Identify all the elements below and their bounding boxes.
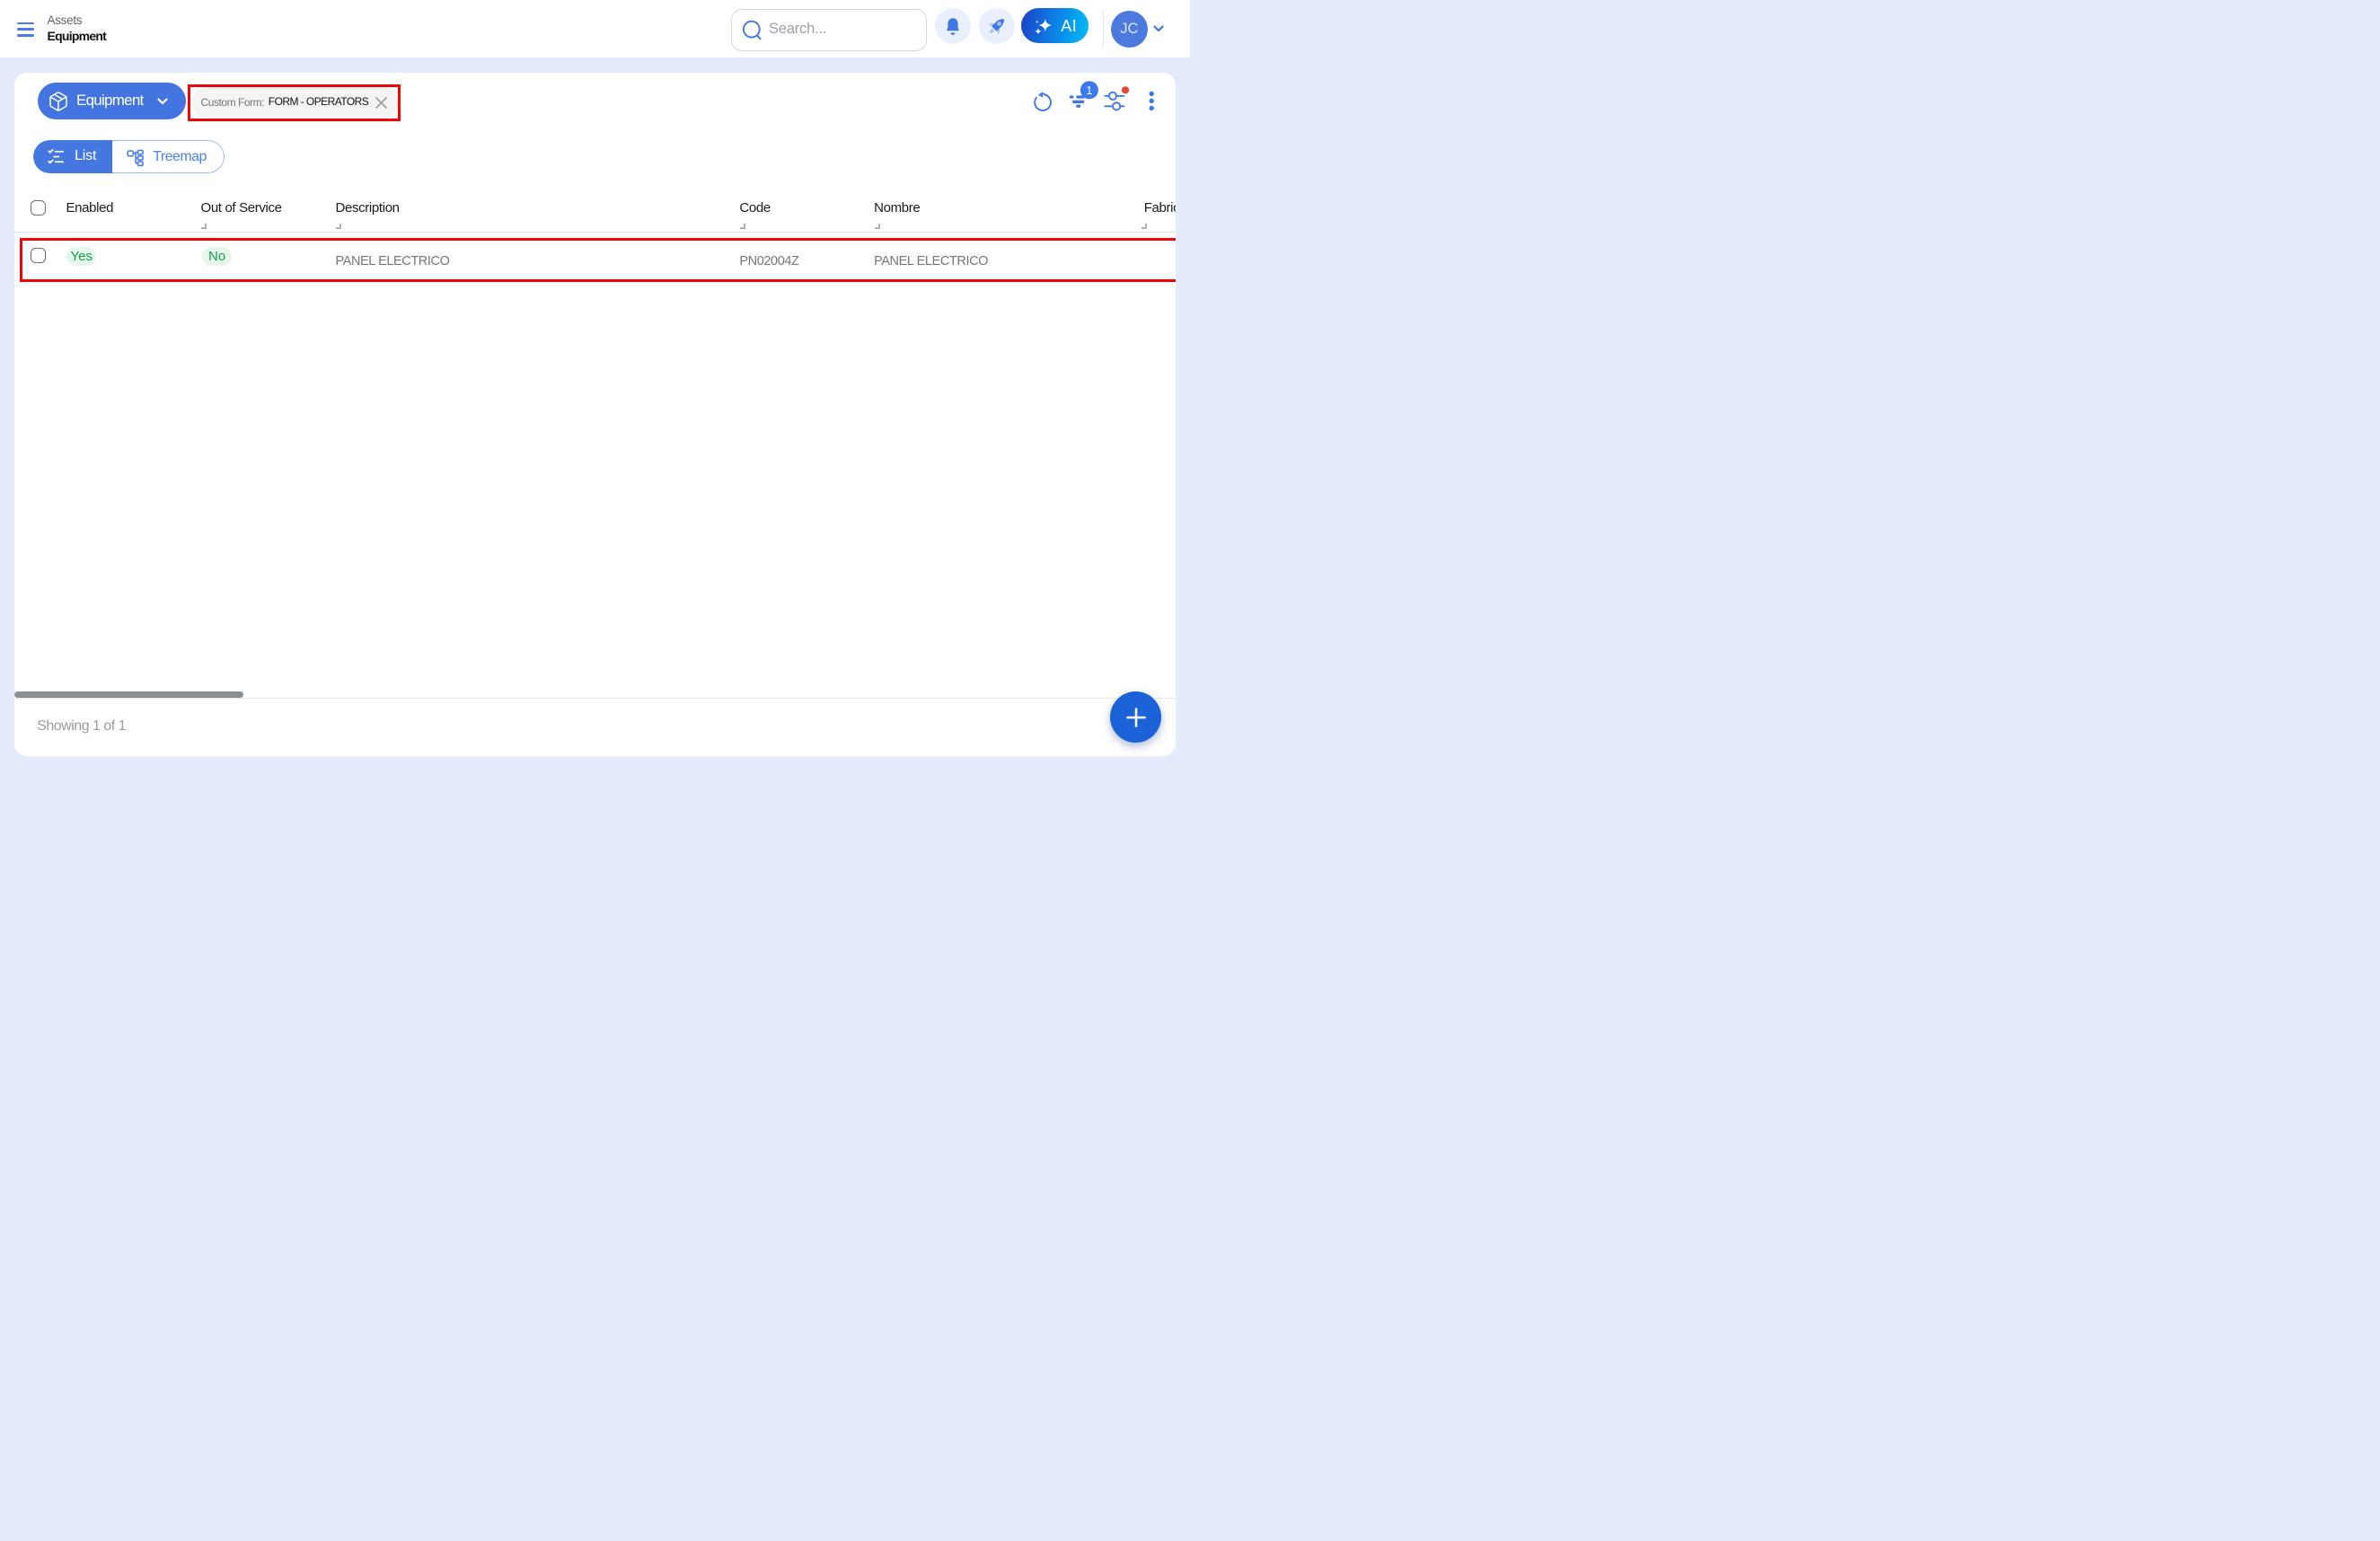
svg-text:1: 1 (1086, 84, 1092, 96)
